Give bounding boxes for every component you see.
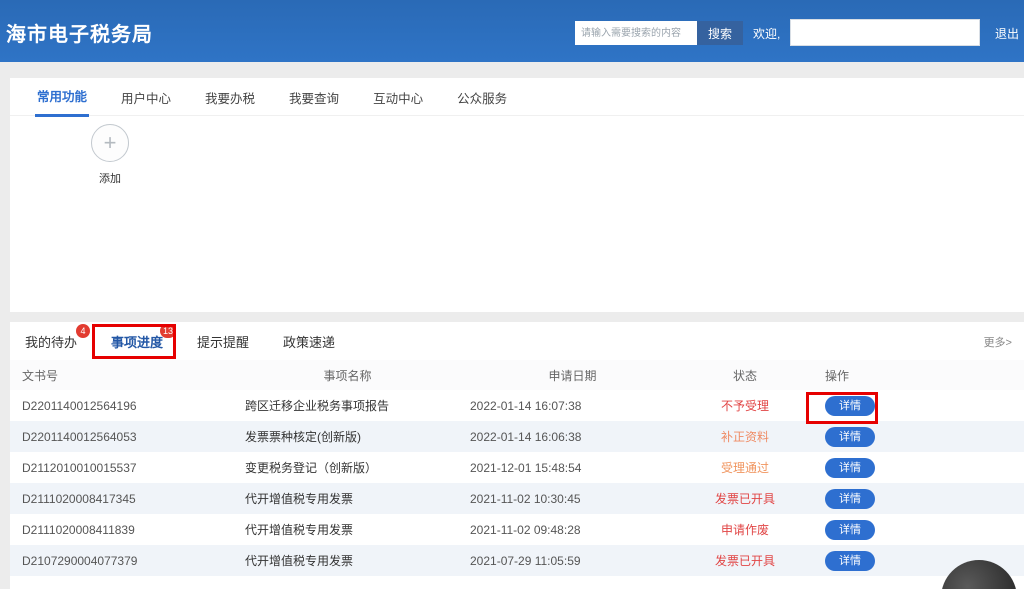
table-header-row: 文书号事项名称申请日期状态操作 [10, 360, 1024, 390]
column-header: 状态 [685, 360, 805, 390]
table-row: D2111020008411839代开增值税专用发票2021-11-02 09:… [10, 514, 1024, 545]
logout-button[interactable]: 退出 [995, 25, 1019, 42]
main-nav-tabs: 常用功能用户中心我要办税我要查询互动中心公众服务 [10, 78, 1024, 116]
status-text: 不予受理 [721, 399, 769, 413]
doc-no-cell: D2112010010015537 [10, 452, 235, 483]
doc-no-cell: D2201140012564196 [10, 390, 235, 421]
detail-button[interactable]: 详情 [825, 427, 875, 447]
column-header: 文书号 [10, 360, 235, 390]
status-text: 发票已开具 [715, 554, 775, 568]
apply-date-cell: 2022-01-14 16:06:38 [460, 421, 685, 452]
table-row: D2201140012564053发票票种核定(创新版)2022-01-14 1… [10, 421, 1024, 452]
item-name-cell: 跨区迁移企业税务事项报告 [235, 390, 460, 421]
tasks-panel: 我的待办4事项进度13提示提醒政策速递 更多> 文书号事项名称申请日期状态操作 … [10, 322, 1024, 589]
item-name-cell: 发票票种核定(创新版) [235, 421, 460, 452]
nav-tab-6[interactable]: 公众服务 [455, 78, 509, 116]
task-tab-label: 提示提醒 [197, 335, 249, 350]
doc-no-cell: D2201140012564053 [10, 421, 235, 452]
doc-no-cell: D2111020008417345 [10, 483, 235, 514]
status-text: 补正资料 [721, 430, 769, 444]
apply-date-cell: 2021-11-02 09:48:28 [460, 514, 685, 545]
quick-functions-panel: 常用功能用户中心我要办税我要查询互动中心公众服务 + 添加 [10, 78, 1024, 312]
detail-button[interactable]: 详情 [825, 458, 875, 478]
nav-tab-2[interactable]: 用户中心 [119, 78, 173, 116]
item-name-cell: 变更税务登记（创新版） [235, 452, 460, 483]
status-text: 受理通过 [721, 461, 769, 475]
nav-tab-5[interactable]: 互动中心 [371, 78, 425, 116]
status-cell: 不予受理 [685, 390, 805, 421]
nav-tab-4[interactable]: 我要查询 [287, 78, 341, 116]
add-icon[interactable]: + [91, 124, 129, 162]
apply-date-cell: 2021-07-29 11:05:59 [460, 545, 685, 576]
detail-button[interactable]: 详情 [825, 551, 875, 571]
header-bar: 海市电子税务局 搜索 欢迎, 退出 [0, 0, 1024, 62]
status-cell: 发票已开具 [685, 483, 805, 514]
column-header: 申请日期 [460, 360, 685, 390]
table-row: D2107290004077379代开增值税专用发票2021-07-29 11:… [10, 545, 1024, 576]
action-cell: 详情 [805, 514, 1024, 545]
nav-tab-3[interactable]: 我要办税 [203, 78, 257, 116]
detail-button[interactable]: 详情 [825, 489, 875, 509]
annotation-highlight-progress-tab [92, 324, 176, 359]
item-name-cell: 代开增值税专用发票 [235, 545, 460, 576]
apply-date-cell: 2021-12-01 15:48:54 [460, 452, 685, 483]
task-tab-label: 政策速递 [283, 335, 335, 350]
add-shortcut[interactable]: + 添加 [78, 124, 142, 186]
task-tab-3[interactable]: 提示提醒 [197, 332, 249, 351]
task-tab-label: 我的待办 [25, 335, 77, 350]
item-name-cell: 代开增值税专用发票 [235, 514, 460, 545]
apply-date-cell: 2022-01-14 16:07:38 [460, 390, 685, 421]
status-cell: 补正资料 [685, 421, 805, 452]
more-link[interactable]: 更多> [984, 334, 1012, 350]
annotation-highlight-detail-button [806, 392, 878, 424]
apply-date-cell: 2021-11-02 10:30:45 [460, 483, 685, 514]
search-group: 搜索 [575, 21, 743, 45]
notification-badge: 4 [76, 324, 90, 338]
status-cell: 受理通过 [685, 452, 805, 483]
status-cell: 发票已开具 [685, 545, 805, 576]
search-button[interactable]: 搜索 [697, 21, 743, 45]
column-header: 事项名称 [235, 360, 460, 390]
add-label: 添加 [78, 170, 142, 186]
nav-tab-1[interactable]: 常用功能 [35, 76, 89, 117]
detail-button[interactable]: 详情 [825, 520, 875, 540]
search-input[interactable] [575, 21, 697, 45]
table-row: D2112010010015537变更税务登记（创新版）2021-12-01 1… [10, 452, 1024, 483]
status-cell: 申请作废 [685, 514, 805, 545]
doc-no-cell: D2111020008411839 [10, 514, 235, 545]
doc-no-cell: D2107290004077379 [10, 545, 235, 576]
welcome-label: 欢迎, [753, 25, 780, 42]
app-title: 海市电子税务局 [6, 18, 153, 47]
task-tab-4[interactable]: 政策速递 [283, 332, 335, 351]
status-text: 申请作废 [721, 523, 769, 537]
action-cell: 详情 [805, 483, 1024, 514]
page: 海市电子税务局 搜索 欢迎, 退出 常用功能用户中心我要办税我要查询互动中心公众… [0, 0, 1024, 589]
action-cell: 详情 [805, 452, 1024, 483]
table-row: D2111020008417345代开增值税专用发票2021-11-02 10:… [10, 483, 1024, 514]
item-name-cell: 代开增值税专用发票 [235, 483, 460, 514]
status-text: 发票已开具 [715, 492, 775, 506]
action-cell: 详情 [805, 421, 1024, 452]
task-tab-1[interactable]: 我的待办4 [25, 332, 77, 351]
username-field[interactable] [790, 19, 980, 46]
column-header: 操作 [805, 360, 1024, 390]
